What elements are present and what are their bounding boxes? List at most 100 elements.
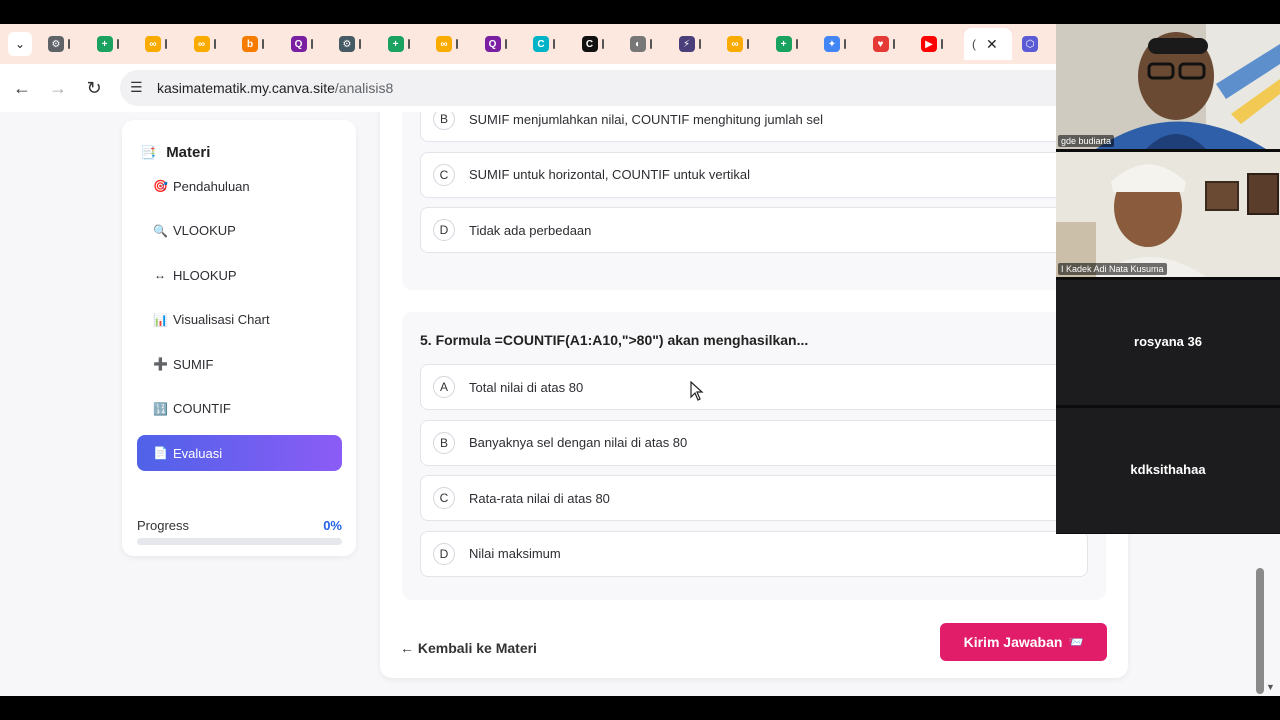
participant-name: I Kadek Adi Nata Kusuma	[1058, 263, 1167, 275]
quiz-icon: Q	[290, 36, 307, 52]
sidebar-item-label: Evaluasi	[173, 445, 223, 461]
countif-icon: 🔢	[153, 401, 168, 416]
question-5-title: 5. Formula =COUNTIF(A1:A10,">80") akan m…	[420, 332, 809, 348]
quiz-card: B SUMIF menjumlahkan nilai, COUNTIF mengh…	[380, 112, 1128, 678]
sidebar-item-label: Visualisasi Chart	[173, 312, 270, 327]
tab-heart[interactable]: ♥	[867, 32, 911, 56]
tab-colab[interactable]: ∞	[188, 32, 232, 56]
tab-quiz[interactable]: Q	[479, 32, 523, 56]
active-tab[interactable]: ( ✕	[964, 28, 1012, 60]
site-settings-icon[interactable]: ☰	[130, 79, 143, 96]
colab-icon: ∞	[145, 36, 161, 52]
close-tab-icon[interactable]: ✕	[986, 36, 998, 53]
page-scrollbar-thumb[interactable]	[1256, 568, 1264, 694]
back-button[interactable]: ←	[10, 76, 34, 100]
participant-name: rosyana 36	[1134, 334, 1202, 349]
video-tile-4[interactable]: kdksithahaa	[1056, 408, 1280, 533]
sidebar-title: Materi	[166, 144, 211, 161]
meeting-video-panel: gde budiarta I Kadek Adi Nata Kusuma ros…	[1056, 24, 1280, 534]
sidebar-item-label: SUMIF	[173, 356, 214, 372]
option-text: Banyaknya sel dengan nilai di atas 80	[469, 435, 688, 450]
address-bar[interactable]: ☰ kasimatematik.my.canva.site/analisis8	[120, 70, 1080, 106]
sidebar-item-label: COUNTIF	[173, 401, 231, 416]
url-text: kasimatematik.my.canva.site/analisis8	[157, 80, 393, 96]
video-tile-1[interactable]: gde budiarta	[1056, 24, 1280, 149]
answer-option-b[interactable]: B Banyaknya sel dengan nilai di atas 80	[420, 419, 1088, 466]
sidebar-item-pendahuluan[interactable]: 🎯 Pendahuluan	[137, 168, 342, 204]
sidebar-item-hlookup[interactable]: ↔ HLOOKUP	[137, 257, 342, 293]
question-4-block: B SUMIF menjumlahkan nilai, COUNTIF mengh…	[402, 112, 1106, 290]
option-letter: D	[433, 219, 455, 241]
evaluasi-icon: 📄	[153, 446, 168, 460]
tab-title-fragment	[213, 39, 216, 49]
tab-colab[interactable]: ∞	[139, 32, 183, 56]
tab-quiz[interactable]: Q	[285, 32, 329, 56]
document-icon: 📑	[140, 144, 157, 160]
tab-colab[interactable]: ∞	[430, 32, 474, 56]
sheets-icon: +	[775, 36, 792, 52]
chrome-icon: ⚙	[48, 36, 64, 52]
tab-sheets[interactable]: +	[91, 32, 135, 56]
browser-toolbar: ← → ↻ ☰ kasimatematik.my.canva.site/anal…	[0, 64, 1080, 112]
tab-youtube[interactable]: ▶	[915, 32, 959, 56]
canva-icon: C	[533, 36, 549, 52]
tab-next[interactable]: ⬡	[1016, 32, 1060, 56]
mouse-cursor-icon	[690, 380, 704, 406]
tab-colab[interactable]: ∞	[721, 32, 765, 56]
tab-title-fragment	[262, 39, 264, 49]
tab-canva[interactable]: C	[527, 32, 571, 56]
scroll-down-icon[interactable]: ▼	[1266, 682, 1275, 692]
participant-1-video	[1056, 24, 1280, 149]
participant-name: kdksithahaa	[1130, 462, 1206, 477]
tab-circle-grey[interactable]: ◐	[624, 32, 668, 56]
tab-sheets[interactable]: +	[770, 32, 814, 56]
forward-button[interactable]: →	[46, 76, 70, 100]
option-letter: C	[433, 487, 455, 509]
submit-answer-button[interactable]: Kirim Jawaban 📨	[940, 623, 1107, 661]
answer-option-a[interactable]: A Total nilai di atas 80	[420, 364, 1088, 410]
sidebar-item-label: HLOOKUP	[173, 267, 237, 283]
tab-favicon-icon: ⬡	[1022, 36, 1038, 52]
sidebar-item-visualisasi-chart[interactable]: 📊 Visualisasi Chart	[137, 302, 342, 338]
answer-option-d[interactable]: D Nilai maksimum	[420, 530, 1088, 577]
video-tile-3[interactable]: rosyana 36	[1056, 280, 1280, 405]
blogger-icon: b	[242, 36, 258, 52]
sidebar-item-countif[interactable]: 🔢 COUNTIF	[137, 391, 342, 427]
sumif-icon: ➕	[153, 357, 168, 371]
option-text: SUMIF untuk horizontal, COUNTIF untuk ve…	[469, 167, 751, 182]
answer-option-d[interactable]: D Tidak ada perbedaan	[420, 207, 1088, 253]
question-5-block: 5. Formula =COUNTIF(A1:A10,">80") akan m…	[402, 312, 1106, 600]
chevron-down-icon: ⌄	[14, 37, 26, 51]
sidebar-item-label: VLOOKUP	[173, 223, 236, 238]
tab-chrome[interactable]: ⚙	[42, 32, 86, 56]
tab-circle[interactable]: C	[576, 32, 620, 56]
active-tab-title: (	[972, 37, 976, 51]
option-letter: A	[433, 376, 455, 398]
heart-icon: ♥	[872, 36, 889, 52]
sidebar-item-evaluasi[interactable]: 📄 Evaluasi	[137, 435, 342, 471]
circle-icon: C	[581, 36, 598, 52]
answer-option-c[interactable]: C SUMIF untuk horizontal, COUNTIF untuk v…	[420, 151, 1088, 198]
video-tile-2[interactable]: I Kadek Adi Nata Kusuma	[1056, 152, 1280, 277]
tab-edu[interactable]: ⚙	[333, 32, 377, 56]
back-to-materi-link[interactable]: ← Kembali ke Materi	[400, 640, 537, 656]
answer-option-c[interactable]: C Rata-rata nilai di atas 80	[420, 475, 1088, 521]
tab-sheets[interactable]: +	[382, 32, 426, 56]
answer-option-b[interactable]: B SUMIF menjumlahkan nilai, COUNTIF mengh…	[420, 112, 1088, 142]
tab-blogger[interactable]: b	[236, 32, 280, 56]
tab-search-dropdown[interactable]: ⌄	[8, 32, 32, 56]
tab-gemini[interactable]: ✦	[818, 32, 862, 56]
circle-grey-icon: ◐	[630, 36, 646, 52]
progress-value: 0%	[323, 518, 342, 533]
participant-name: gde budiarta	[1058, 135, 1115, 147]
tab-title-fragment	[892, 39, 895, 49]
edu-icon: ⚙	[339, 36, 355, 52]
url-domain: kasimatematik.my.canva.site	[157, 80, 335, 96]
sidebar-item-sumif[interactable]: ➕ SUMIF	[137, 346, 342, 382]
sidebar-item-vlookup[interactable]: 🔍 VLOOKUP	[137, 213, 342, 249]
option-letter: D	[433, 542, 455, 565]
tab-title-fragment	[310, 39, 313, 49]
submit-label: Kirim Jawaban	[963, 634, 1063, 650]
reload-button[interactable]: ↻	[82, 76, 106, 100]
tab-bolt[interactable]: ⚡	[673, 32, 717, 56]
